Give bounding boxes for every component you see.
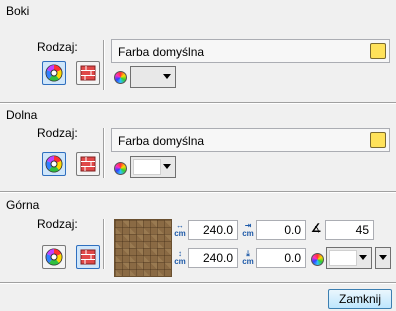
height-icon: ↕ cm [174, 249, 186, 266]
divider [103, 128, 105, 178]
lightbulb-icon[interactable] [370, 132, 386, 148]
divider [103, 40, 105, 90]
brick-wall-icon [80, 156, 96, 172]
width-icon: ↔ cm [174, 221, 186, 238]
chevron-down-icon [163, 74, 171, 79]
brick-wall-icon [80, 249, 96, 265]
section-title: Górna [6, 198, 40, 212]
rodzaj-label: Rodzaj: [37, 217, 78, 231]
color-swatch [329, 250, 357, 266]
color-wheel-icon [114, 162, 127, 175]
unit-label: cm [174, 229, 186, 238]
color-combo[interactable] [130, 66, 176, 88]
section-dolna: Dolna Rodzaj: Farba domyślna [0, 104, 396, 192]
offset-x-icon: ⇥ cm [242, 221, 254, 238]
paint-name: Farba domyślna [118, 45, 205, 59]
color-wheel-icon [45, 248, 63, 266]
separator [0, 282, 396, 284]
angle-icon: ∡ [310, 221, 322, 235]
color-swatch [133, 159, 161, 175]
section-boki: Boki Rodzaj: Farba domyślna [0, 0, 396, 103]
offset-x-input[interactable]: 0.0 [256, 220, 306, 240]
color-combo[interactable] [326, 247, 372, 269]
texture-mode-button[interactable] [76, 245, 100, 269]
color-wheel-icon [45, 64, 63, 82]
chevron-down-icon [379, 255, 387, 260]
section-title: Dolna [6, 108, 38, 122]
texture-mode-button[interactable] [76, 152, 100, 176]
paint-mode-button[interactable] [42, 152, 66, 176]
paint-name: Farba domyślna [118, 134, 205, 148]
rodzaj-label: Rodzaj: [37, 40, 78, 54]
offset-y-icon: ⤓ cm [242, 249, 254, 266]
chevron-down-icon [163, 164, 171, 169]
offset-y-input[interactable]: 0.0 [256, 248, 306, 268]
color-swatch [133, 69, 161, 85]
close-button[interactable]: Zamknij [328, 289, 392, 309]
rodzaj-label: Rodzaj: [37, 126, 78, 140]
paint-field[interactable]: Farba domyślna [111, 128, 390, 152]
width-input[interactable]: 240.0 [188, 220, 238, 240]
height-input[interactable]: 240.0 [188, 248, 238, 268]
more-dropdown-button[interactable] [375, 247, 391, 269]
color-wheel-icon [45, 155, 63, 173]
texture-preview[interactable] [114, 219, 172, 277]
angle-input[interactable]: 45 [325, 220, 374, 240]
paint-field[interactable]: Farba domyślna [111, 39, 390, 63]
brick-wall-icon [80, 65, 96, 81]
paint-mode-button[interactable] [42, 61, 66, 85]
paint-mode-button[interactable] [42, 245, 66, 269]
color-wheel-icon [311, 253, 324, 266]
lightbulb-icon[interactable] [370, 43, 386, 59]
section-title: Boki [6, 4, 30, 18]
divider [103, 219, 105, 269]
chevron-down-icon [359, 255, 367, 260]
texture-mode-button[interactable] [76, 61, 100, 85]
color-combo[interactable] [130, 156, 176, 178]
color-wheel-icon [114, 71, 127, 84]
